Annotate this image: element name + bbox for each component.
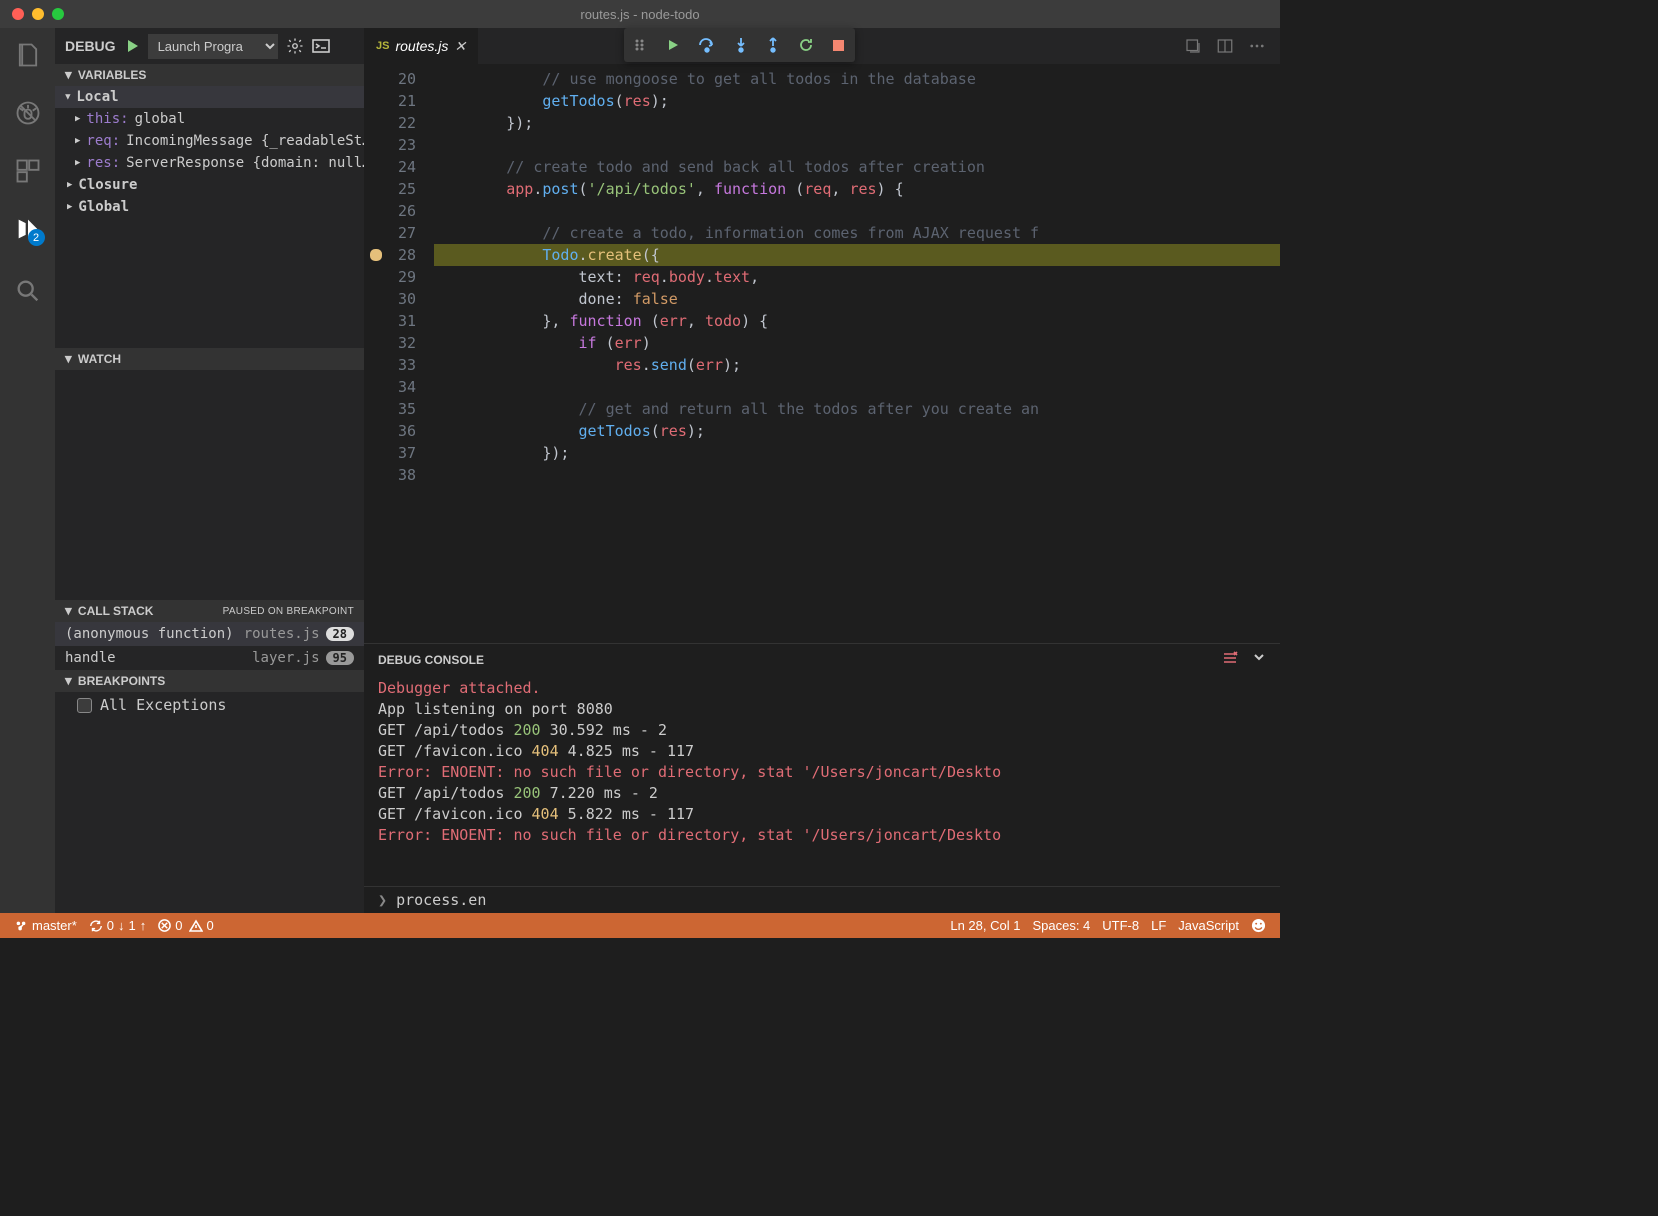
callstack-header[interactable]: ▶CALL STACK PAUSED ON BREAKPOINT [55, 600, 364, 622]
explorer-icon[interactable] [13, 40, 43, 70]
tab-label: routes.js [395, 38, 448, 54]
titlebar: routes.js - node-todo [0, 0, 1280, 28]
encoding[interactable]: UTF-8 [1096, 918, 1145, 933]
variable-req[interactable]: ▶req: IncomingMessage {_readableSt… [55, 130, 364, 152]
debug-console-icon[interactable] [312, 39, 330, 53]
step-out-icon[interactable] [766, 37, 780, 53]
tab-routes[interactable]: JS routes.js ✕ [364, 28, 479, 64]
eol[interactable]: LF [1145, 918, 1172, 933]
cursor-position[interactable]: Ln 28, Col 1 [944, 918, 1026, 933]
breakpoints-header[interactable]: ▶BREAKPOINTS [55, 670, 364, 692]
stop-icon[interactable] [832, 39, 845, 52]
variables-closure[interactable]: ▶Closure [55, 174, 364, 196]
more-actions-icon[interactable] [1248, 37, 1266, 55]
clear-console-icon[interactable] [1222, 650, 1238, 669]
variables-header[interactable]: ▶VARIABLES [55, 64, 364, 86]
feedback-icon[interactable] [1245, 918, 1272, 933]
continue-icon[interactable] [666, 38, 680, 52]
git-branch[interactable]: master* [8, 918, 83, 933]
editor-gutter[interactable]: 20212223242526272829303132333435363738 [364, 64, 434, 643]
js-file-icon: JS [376, 40, 389, 52]
errors-status[interactable]: 0 [152, 918, 188, 933]
checkbox[interactable] [77, 698, 92, 713]
step-into-icon[interactable] [734, 37, 748, 53]
step-over-icon[interactable] [698, 37, 716, 53]
split-editor-icon[interactable] [1216, 37, 1234, 55]
debug-icon[interactable] [13, 98, 43, 128]
debug-console-output: Debugger attached.App listening on port … [364, 676, 1280, 886]
drag-handle-icon[interactable] [634, 38, 648, 52]
activity-bar: 2 [0, 28, 55, 913]
scm-icon[interactable]: 2 [13, 214, 43, 244]
debug-toolbar [624, 28, 855, 62]
debug-config-select[interactable]: Launch Progra [148, 34, 278, 59]
debug-sidebar: DEBUG Launch Progra ▶VARIABLES [55, 28, 364, 913]
variable-res[interactable]: ▶res: ServerResponse {domain: null… [55, 152, 364, 174]
extensions-icon[interactable] [13, 156, 43, 186]
search-icon[interactable] [13, 276, 43, 306]
warnings-status[interactable]: 0 [189, 918, 220, 933]
variables-global[interactable]: ▶Global [55, 196, 364, 218]
sync-status[interactable]: 0↓ 1↑ [83, 918, 152, 933]
breakpoint-all-exceptions[interactable]: All Exceptions [55, 692, 364, 718]
language-mode[interactable]: JavaScript [1172, 918, 1245, 933]
debug-label: DEBUG [65, 38, 116, 54]
status-bar: master* 0↓ 1↑ 0 0 Ln 28, Col 1 Spaces: 4… [0, 913, 1280, 938]
debug-settings-icon[interactable] [286, 37, 304, 55]
tab-close-icon[interactable]: ✕ [454, 38, 466, 55]
debug-console-input[interactable]: ❯ process.en [364, 886, 1280, 913]
indentation[interactable]: Spaces: 4 [1026, 918, 1096, 933]
editor-content[interactable]: // use mongoose to get all todos in the … [434, 64, 1280, 643]
restart-icon[interactable] [798, 37, 814, 53]
variable-this[interactable]: ▶this: global [55, 108, 364, 130]
callstack-status: PAUSED ON BREAKPOINT [223, 606, 354, 617]
compare-changes-icon[interactable] [1184, 37, 1202, 55]
debug-console-tab[interactable]: DEBUG CONSOLE [378, 653, 484, 667]
watch-header[interactable]: ▶WATCH [55, 348, 364, 370]
panel-toggle-icon[interactable] [1252, 650, 1266, 669]
start-debug-button[interactable] [124, 38, 140, 54]
stack-frame[interactable]: (anonymous function) routes.js 28 [55, 622, 364, 646]
window-title: routes.js - node-todo [0, 7, 1280, 22]
stack-frame[interactable]: handle layer.js 95 [55, 646, 364, 670]
variables-local[interactable]: ▶Local [55, 86, 364, 108]
scm-badge: 2 [28, 229, 45, 246]
